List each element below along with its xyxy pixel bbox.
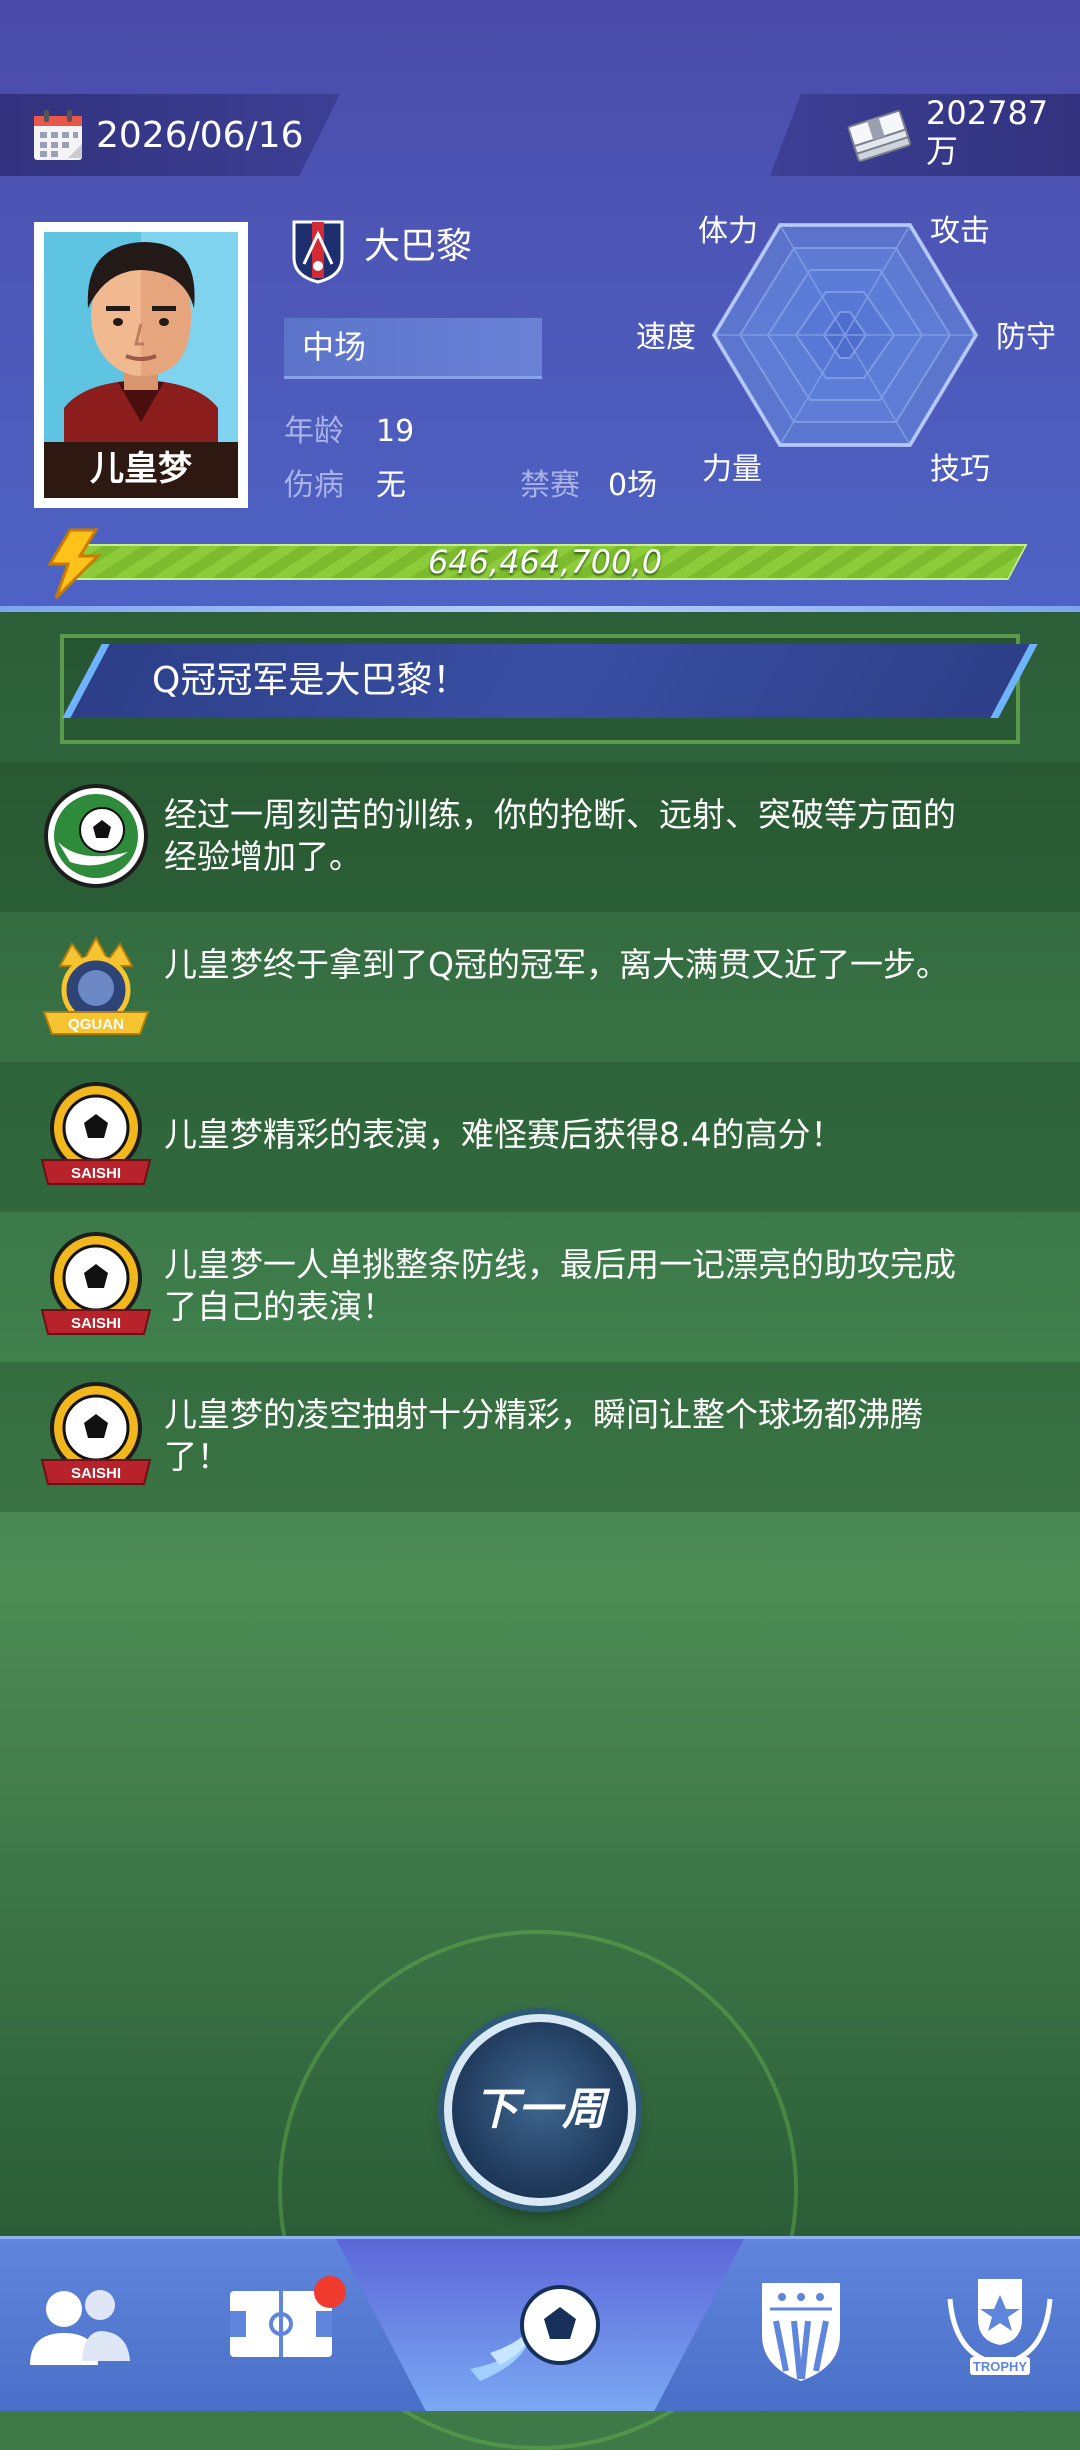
club-badge-icon — [292, 220, 344, 284]
age-label: 年龄 — [284, 414, 344, 449]
club-shield-icon — [762, 2283, 840, 2381]
next-week-label: 下一周 — [474, 2084, 606, 2135]
match-ball-icon: SAISHI — [40, 1232, 152, 1335]
players-icon — [30, 2290, 130, 2365]
nav-players[interactable] — [0, 2239, 160, 2411]
lightning-icon — [47, 528, 102, 600]
feed-text: 经过一周刻苦的训练，你的抢断、远射、突破等方面的经验增加了。 — [164, 795, 956, 876]
list-item: SAISHI 儿皇梦一人单挑整条防线，最后用一记漂亮的助攻完成了自己的表演！ — [0, 1212, 1080, 1362]
list-item: 经过一周刻苦的训练，你的抢断、远射、突破等方面的经验增加了。 — [0, 762, 1080, 912]
radar-label-stamina: 体力 — [698, 214, 758, 249]
position-label: 中场 — [302, 328, 367, 366]
radar-label-power: 力量 — [702, 452, 762, 487]
trophy-label: TROPHY — [973, 2359, 1028, 2374]
match-ball-icon — [470, 2285, 600, 2381]
match-ball-icon: SAISHI — [40, 1082, 152, 1185]
money-amount: 202787 万 — [926, 94, 1048, 170]
nav-club[interactable] — [720, 2239, 880, 2411]
radar-label-skill: 技巧 — [930, 452, 990, 487]
player-portrait[interactable]: 儿皇梦 — [34, 222, 248, 508]
saishi-badge-text: SAISHI — [71, 1465, 121, 1482]
training-ball-icon — [44, 784, 148, 888]
list-item: SAISHI 儿皇梦精彩的表演，难怪赛后获得8.4的高分！ — [0, 1062, 1080, 1212]
money-value: 202787 — [926, 94, 1049, 132]
game-date: 2026/06/16 — [96, 115, 304, 156]
trophy-icon: TROPHY — [947, 2279, 1053, 2375]
match-ball-icon: SAISHI — [40, 1382, 152, 1485]
saishi-badge-text: SAISHI — [71, 1165, 121, 1182]
list-item: SAISHI 儿皇梦的凌空抽射十分精彩，瞬间让整个球场都沸腾了！ — [0, 1362, 1080, 1512]
radar-label-speed: 速度 — [636, 320, 696, 355]
nav-match[interactable] — [440, 2239, 640, 2411]
feed-text: 儿皇梦精彩的表演，难怪赛后获得8.4的高分！ — [164, 1115, 844, 1154]
qguan-badge-text: QGUAN — [68, 1016, 124, 1033]
feed-text: 儿皇梦的凌空抽射十分精彩，瞬间让整个球场都沸腾了！ — [164, 1395, 923, 1476]
avatar: 儿皇梦 — [44, 232, 238, 498]
weekly-report-area: Q冠冠军是大巴黎！ 经过一周刻苦的训练，你的抢断、远射、突破等方面的经验增加了。… — [0, 612, 1080, 2450]
player-face-illustration — [64, 242, 218, 442]
age-value: 19 — [376, 414, 415, 449]
feed-text: 儿皇梦终于拿到了Q冠的冠军，离大满贯又近了一步。 — [164, 945, 949, 984]
money-stack-icon — [847, 110, 912, 162]
club-name: 大巴黎 — [364, 226, 473, 267]
notification-dot — [314, 2276, 346, 2308]
qguan-trophy-icon: QGUAN — [42, 935, 150, 1035]
ban-label: 禁赛 — [520, 468, 580, 503]
position-badge: 中场 — [284, 318, 542, 379]
feed-text: 儿皇梦一人单挑整条防线，最后用一记漂亮的助攻完成了自己的表演！ — [164, 1245, 956, 1326]
nav-tactics[interactable] — [200, 2239, 360, 2411]
saishi-badge-text: SAISHI — [71, 1315, 121, 1332]
radar-label-attack: 攻击 — [930, 214, 990, 249]
next-week-button[interactable]: 下一周 — [444, 2014, 636, 2206]
injury-value: 无 — [376, 468, 406, 503]
headline-text: Q冠冠军是大巴黎！ — [152, 660, 469, 701]
list-item: QGUAN 儿皇梦终于拿到了Q冠的冠军，离大满贯又近了一步。 — [0, 912, 1080, 1062]
bottom-nav: TROPHY — [0, 2236, 1080, 2411]
energy-value: 646,464,700,0 — [427, 543, 663, 581]
portrait-name: 儿皇梦 — [44, 442, 238, 498]
money-unit: 万 — [926, 132, 959, 170]
injury-label: 伤病 — [284, 468, 344, 503]
player-header: 2026/06/16 202787 万 儿皇梦 大巴黎 中场 年龄 19 伤病 … — [0, 0, 1080, 612]
radar-label-defense: 防守 — [996, 320, 1056, 355]
calendar-icon — [34, 110, 82, 160]
nav-trophy[interactable]: TROPHY — [920, 2239, 1080, 2411]
